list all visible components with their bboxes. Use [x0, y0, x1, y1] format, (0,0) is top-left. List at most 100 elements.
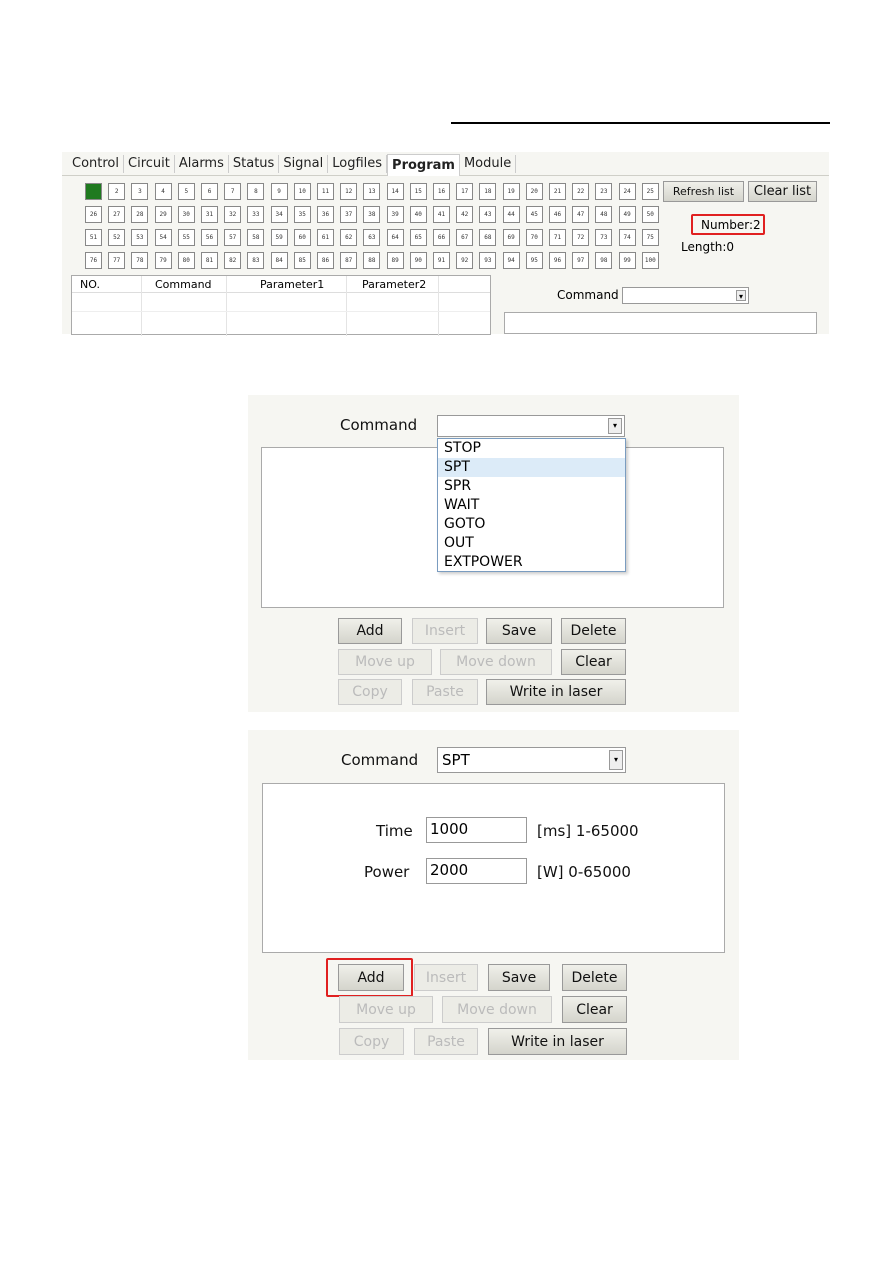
program-slot-button[interactable]: 78	[131, 252, 149, 269]
program-slot-button[interactable]: 64	[386, 229, 404, 246]
program-slot-button[interactable]: 80	[177, 252, 195, 269]
program-slot-button[interactable]: 92	[456, 252, 474, 269]
program-slot-button[interactable]: 24	[618, 183, 636, 200]
program-slot-button[interactable]: 38	[363, 206, 381, 223]
program-slot-button[interactable]: 68	[479, 229, 497, 246]
program-slot-button[interactable]: 23	[595, 183, 613, 200]
delete-button[interactable]: Delete	[562, 964, 627, 991]
program-slot-button[interactable]: 41	[433, 206, 450, 223]
program-slot-button[interactable]: 20	[525, 183, 543, 200]
power-input[interactable]: 2000	[426, 858, 527, 884]
program-slot-button[interactable]: 87	[340, 252, 358, 269]
program-slot-button[interactable]: 90	[409, 252, 427, 269]
tab-program[interactable]: Program	[387, 153, 460, 176]
tab-circuit[interactable]: Circuit	[124, 154, 175, 173]
program-slot-button[interactable]: 55	[177, 229, 195, 246]
program-slot-button[interactable]: 94	[502, 252, 520, 269]
program-slot-button[interactable]: 34	[270, 206, 288, 223]
program-slot-button[interactable]: 79	[154, 252, 172, 269]
program-slot-button[interactable]: 10	[293, 183, 311, 200]
paste-button[interactable]: Paste	[412, 679, 478, 705]
time-input[interactable]: 1000	[426, 817, 527, 843]
program-slot-button[interactable]: 8	[247, 183, 265, 200]
program-slot-button[interactable]: 49	[618, 206, 636, 223]
program-slot-button[interactable]: 97	[572, 252, 590, 269]
program-slot-button[interactable]: 22	[572, 183, 590, 200]
save-button[interactable]: Save	[486, 618, 552, 644]
program-slot-button[interactable]: 46	[549, 206, 566, 223]
program-slot-button[interactable]: 67	[456, 229, 474, 246]
command-option-extpower[interactable]: EXTPOWER	[438, 553, 625, 572]
program-slot-button[interactable]: 18	[479, 183, 497, 200]
command-select[interactable]: ▾	[437, 415, 625, 437]
move-up-button[interactable]: Move up	[338, 649, 432, 675]
program-slot-button[interactable]: 6	[201, 183, 218, 200]
insert-button[interactable]: Insert	[412, 618, 478, 644]
program-slot-button[interactable]: 57	[224, 229, 242, 246]
program-slot-button[interactable]: 11	[317, 183, 334, 200]
program-slot-button[interactable]: 77	[108, 252, 126, 269]
program-slot-button[interactable]: 82	[224, 252, 242, 269]
program-slot-button[interactable]: 70	[525, 229, 543, 246]
copy-button[interactable]: Copy	[338, 679, 402, 705]
program-slot-button[interactable]: 16	[433, 183, 450, 200]
move-down-button[interactable]: Move down	[442, 996, 552, 1023]
clear-list-button[interactable]: Clear list	[748, 181, 817, 202]
tab-control[interactable]: Control	[68, 154, 124, 173]
program-slot-button[interactable]: 56	[201, 229, 218, 246]
program-slot-button[interactable]: 13	[363, 183, 381, 200]
program-slot-button[interactable]: 65	[409, 229, 427, 246]
command-option-spt[interactable]: SPT	[438, 458, 625, 477]
program-slot-button[interactable]: 50	[641, 206, 659, 223]
program-slot-button[interactable]: 17	[456, 183, 474, 200]
program-slot-button[interactable]: 40	[409, 206, 427, 223]
program-slot-button[interactable]: 63	[363, 229, 381, 246]
program-slot-button[interactable]: 75	[641, 229, 659, 246]
program-slot-button[interactable]: 31	[201, 206, 218, 223]
program-slot-button[interactable]: 44	[502, 206, 520, 223]
program-slot-button[interactable]: 28	[131, 206, 149, 223]
program-slot-button[interactable]: 69	[502, 229, 520, 246]
program-slot-button[interactable]: 37	[340, 206, 358, 223]
add-button[interactable]: Add	[338, 964, 404, 991]
program-slot-button[interactable]: 4	[154, 183, 172, 200]
program-slot-button[interactable]: 98	[595, 252, 613, 269]
paste-button[interactable]: Paste	[414, 1028, 478, 1055]
program-slot-button[interactable]: 85	[293, 252, 311, 269]
program-slot-button[interactable]: 84	[270, 252, 288, 269]
program-slot-button[interactable]: 9	[270, 183, 288, 200]
program-slot-button[interactable]: 73	[595, 229, 613, 246]
program-slot-button[interactable]: 86	[317, 252, 334, 269]
program-slot-button[interactable]: 2	[108, 183, 126, 200]
command-select[interactable]: ▾	[622, 287, 749, 304]
write-button[interactable]: Write in laser	[488, 1028, 627, 1055]
program-slot-button[interactable]: 36	[317, 206, 334, 223]
tab-signal[interactable]: Signal	[279, 154, 329, 173]
insert-button[interactable]: Insert	[414, 964, 478, 991]
program-slot-button[interactable]: 43	[479, 206, 497, 223]
command-option-goto[interactable]: GOTO	[438, 515, 625, 534]
tab-logfiles[interactable]: Logfiles	[328, 154, 388, 173]
program-slot-button[interactable]: 29	[154, 206, 172, 223]
program-slot-button[interactable]: 5	[177, 183, 195, 200]
program-slot-button[interactable]: 39	[386, 206, 404, 223]
program-slot-button[interactable]: 53	[131, 229, 149, 246]
program-slot-button[interactable]: 96	[549, 252, 566, 269]
program-slot-button[interactable]: 58	[247, 229, 265, 246]
clear-button[interactable]: Clear	[562, 996, 627, 1023]
program-slot-button[interactable]: 12	[340, 183, 358, 200]
clear-button[interactable]: Clear	[561, 649, 626, 675]
write-button[interactable]: Write in laser	[486, 679, 626, 705]
program-slot-button[interactable]: 83	[247, 252, 265, 269]
copy-button[interactable]: Copy	[339, 1028, 404, 1055]
program-slot-button[interactable]: 32	[224, 206, 242, 223]
command-option-stop[interactable]: STOP	[438, 439, 625, 458]
program-slot-button[interactable]: 14	[386, 183, 404, 200]
program-slot-button[interactable]: 19	[502, 183, 520, 200]
program-slot-button[interactable]: 71	[549, 229, 566, 246]
tab-status[interactable]: Status	[229, 154, 280, 173]
program-slot-button[interactable]: 35	[293, 206, 311, 223]
move-down-button[interactable]: Move down	[440, 649, 552, 675]
tab-alarms[interactable]: Alarms	[175, 154, 229, 173]
program-slot-button[interactable]: 61	[317, 229, 334, 246]
